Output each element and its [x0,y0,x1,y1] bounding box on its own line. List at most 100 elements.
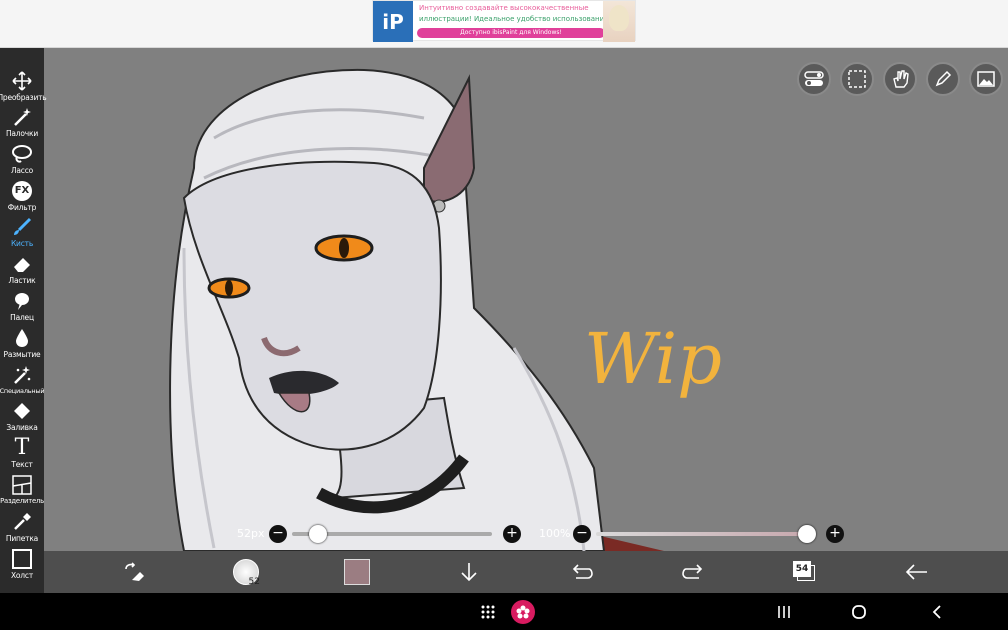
magic-wand-icon [11,106,33,128]
tool-label: Лассо [10,166,34,175]
tool-canvas[interactable]: Холст [0,548,44,584]
color-swatch [344,559,370,585]
chevron-left-icon [932,605,941,619]
eyedropper-icon [11,511,33,533]
tool-filter[interactable]: FX Фильтр [0,180,44,216]
layer-down-button[interactable] [456,559,482,585]
brush-size-decrease-button[interactable]: − [269,525,287,543]
tool-label: Текст [11,460,33,469]
system-navigation-bar [0,593,1008,630]
text-icon: T [14,435,30,460]
undo-icon [572,564,593,579]
hand-icon [893,70,909,88]
brush-icon [11,216,33,238]
artwork: Wip [169,68,722,551]
opacity-increase-button[interactable]: + [826,525,844,543]
recents-icon [778,606,790,618]
wip-text: Wip [584,318,722,400]
tool-label: Палец [10,313,34,322]
blur-icon [11,327,33,349]
opacity-knob[interactable] [798,525,816,543]
tool-special[interactable]: Специальный [0,364,45,400]
layers-icon: 54 [793,561,817,583]
fx-icon: FX [11,180,33,202]
color-button[interactable] [344,559,370,585]
redo-icon [682,564,703,579]
swap-tool-button[interactable] [121,559,147,585]
opacity-value: 100% [539,527,571,540]
opacity-decrease-button[interactable]: − [573,525,591,543]
recents-button[interactable] [771,599,797,625]
tool-text[interactable]: T Текст [0,437,44,473]
layer-count: 54 [793,561,811,577]
brush-size-value: 52px [237,527,265,540]
apps-grid-button[interactable] [475,599,501,625]
eraser-swap-icon [125,562,144,581]
smudge-icon [11,290,33,312]
tool-label: Кисть [10,239,34,248]
brush-size-knob[interactable] [309,525,327,543]
ibispaint-app: iP Интуитивно создавайте высококачествен… [0,0,1008,630]
home-button[interactable] [846,599,872,625]
ad-banner-bar: iP Интуитивно создавайте высококачествен… [0,0,1008,48]
tool-eyedropper[interactable]: Пипетка [0,511,44,547]
arrow-down-icon [461,563,477,582]
tool-label: Фильтр [7,203,37,212]
tool-frame-divider[interactable]: Разделитель [0,474,44,510]
grid-icon [481,605,495,619]
app-shortcut-button[interactable] [510,599,536,625]
bottom-toolbar: 52 54 [44,551,1008,593]
tool-eraser[interactable]: Ластик [0,253,44,289]
eraser-icon [11,253,33,275]
ad-banner[interactable]: iP Интуитивно создавайте высококачествен… [372,0,636,42]
brush-preview-icon: 52 [233,559,260,587]
drawing-canvas[interactable]: Wip [44,48,1008,551]
brush-size-badge: 52 [248,577,260,587]
hand-tool-button[interactable] [883,62,917,96]
tool-label: Специальный [0,387,45,395]
ad-cta-button[interactable]: Доступно ibisPaint для Windows! [417,28,605,38]
selection-icon [848,70,866,88]
tool-label: Разделитель [0,497,44,505]
fill-icon [11,400,33,422]
opacity-slider[interactable] [596,532,812,536]
tool-label: Заливка [6,423,38,432]
tool-label: Палочки [5,129,39,138]
ibispaint-logo: iP [373,1,413,42]
image-icon [977,71,995,87]
brush-preview-button[interactable]: 52 [231,559,261,587]
ad-character-image [603,1,635,42]
ad-text-line2: иллюстрации! Идеальное удобство использо… [419,15,612,23]
ad-text-line1: Интуитивно создавайте высококачественные [419,4,589,12]
toggle-settings-button[interactable] [797,62,831,96]
back-button[interactable] [904,559,930,585]
tool-lasso[interactable]: Лассо [0,143,44,179]
selection-button[interactable] [840,62,874,96]
tool-transform[interactable]: Преобразить [0,70,47,106]
flower-app-icon [511,600,535,624]
tool-brush[interactable]: Кисть [0,216,44,252]
tool-label: Преобразить [0,93,47,102]
canvas-icon [11,548,33,570]
brush-size-increase-button[interactable]: + [503,525,521,543]
frame-divider-icon [11,474,33,496]
system-back-button[interactable] [924,599,950,625]
pen-icon [935,70,952,87]
lasso-icon [11,143,33,165]
redo-button[interactable] [680,559,706,585]
stylus-button[interactable] [926,62,960,96]
home-icon [852,605,866,619]
move-icon [11,70,33,92]
brush-sliders: 52px − + 100% − + [230,522,850,546]
layers-button[interactable]: 54 [792,559,818,585]
tool-smudge[interactable]: Палец [0,290,44,326]
reference-image-button[interactable] [969,62,1003,96]
tool-label: Пипетка [5,534,39,543]
tool-label: Размытие [3,350,41,359]
tool-magic-wand[interactable]: Палочки [0,106,44,142]
tool-fill[interactable]: Заливка [0,400,44,436]
tool-palette: Преобразить Палочки Лассо FX Фильтр Кист… [0,48,47,593]
undo-button[interactable] [569,559,595,585]
tool-blur[interactable]: Размытие [0,327,44,363]
special-icon [11,364,33,386]
